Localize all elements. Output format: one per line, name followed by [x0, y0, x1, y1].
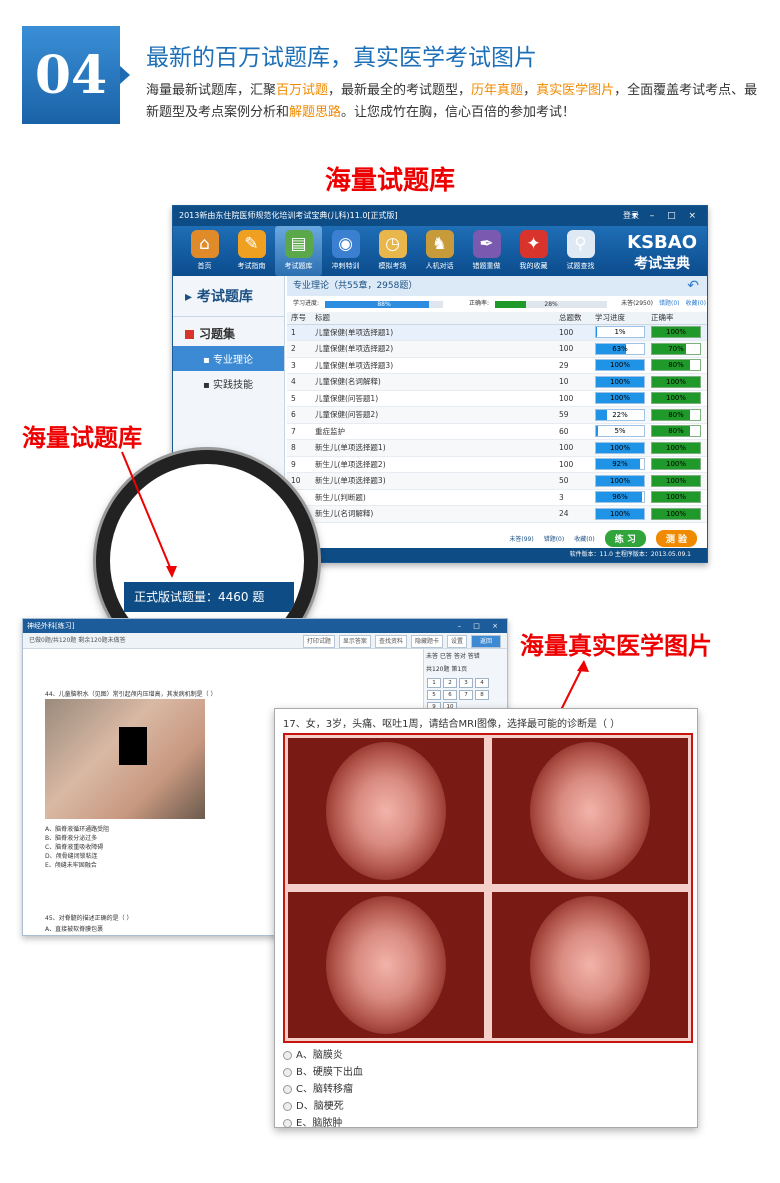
- question-45-text: 45、对脊髓的描述正确的是（ ）: [45, 915, 133, 922]
- practice-title: 神经外科[练习]: [27, 622, 75, 630]
- answer-card-cell[interactable]: 1: [427, 678, 441, 688]
- mri-question-window: 17、女，3岁，头痛、呕吐1周，请结合MRI图像，选择最可能的诊断是（ ） A、…: [274, 708, 698, 1129]
- answer-card-cell[interactable]: 8: [475, 690, 489, 700]
- option-radio[interactable]: A、脑膜炎: [283, 1047, 363, 1064]
- arrowhead-icon: [577, 660, 589, 672]
- radio-icon[interactable]: [283, 1118, 292, 1128]
- window-controls[interactable]: – □ ×: [458, 619, 503, 633]
- brain-scan: [530, 742, 650, 880]
- practice-toolbar-button[interactable]: 设置: [446, 635, 467, 648]
- radio-icon[interactable]: [283, 1084, 292, 1094]
- answer-card-cell[interactable]: 5: [427, 690, 441, 700]
- option-label: A、脑膜炎: [296, 1050, 343, 1061]
- radio-icon[interactable]: [283, 1050, 292, 1060]
- option-radio[interactable]: E、颅缝未牢固融合: [45, 861, 109, 870]
- answer-legend: 未答 已答 答对 答错: [426, 653, 480, 660]
- answer-card-cell[interactable]: 6: [443, 690, 457, 700]
- option-label: E、脑脓肿: [296, 1118, 343, 1129]
- question-17: 17、女，3岁，头痛、呕吐1周，请结合MRI图像，选择最可能的诊断是（ ）: [283, 719, 621, 730]
- question-44-options: A、脑脊液循环通路受阻 B、脑脊液分泌过多 C、脑脊液重吸收障碍 D、颅骨缝闭锁粘连 E…: [45, 825, 109, 870]
- practice-toolbar: 已做0题/共120题 剩余120题未做答 打印试题 显示答案 查找资料 隐藏题卡 设置返…: [23, 633, 507, 649]
- practice-info: 已做0题/共120题 剩余120题未做答: [29, 637, 126, 644]
- question-45-option[interactable]: A、直接被软脊膜包裹: [45, 924, 133, 935]
- callout-label-right: 海量真实医学图片: [520, 632, 712, 660]
- mri-slice: [288, 738, 484, 884]
- practice-titlebar: 神经外科[练习] – □ ×: [23, 619, 507, 633]
- option-label: D、脑梗死: [296, 1101, 344, 1112]
- option-radio[interactable]: C、脑脊液重吸收障碍: [45, 843, 109, 852]
- option-radio[interactable]: B、脑脊液分泌过多: [45, 834, 109, 843]
- callout-arrow-left: [121, 451, 173, 573]
- option-radio[interactable]: E、脑脓肿: [283, 1115, 363, 1132]
- radio-icon[interactable]: [283, 1101, 292, 1111]
- answer-card-cell[interactable]: 2: [443, 678, 457, 688]
- mri-slice: [492, 738, 688, 884]
- answer-card-cell[interactable]: 7: [459, 690, 473, 700]
- question-45: 45、对脊髓的描述正确的是（ ） A、直接被软脊膜包裹: [45, 913, 133, 935]
- option-label: B、硬膜下出血: [296, 1067, 363, 1078]
- practice-toolbar-button[interactable]: 打印试题: [302, 635, 335, 648]
- option-radio[interactable]: C、脑转移瘤: [283, 1081, 363, 1098]
- option-label: C、脑转移瘤: [296, 1084, 353, 1095]
- privacy-mask: [119, 727, 147, 765]
- answer-page: 共120题 第1页: [426, 666, 468, 673]
- option-radio[interactable]: B、硬膜下出血: [283, 1064, 363, 1081]
- mri-slice: [288, 892, 484, 1038]
- option-radio[interactable]: A、脑脊液循环通路受阻: [45, 825, 109, 834]
- option-radio[interactable]: D、脑梗死: [283, 1098, 363, 1115]
- practice-toolbar-button[interactable]: 隐藏题卡: [410, 635, 443, 648]
- practice-toolbar-button[interactable]: 查找资料: [374, 635, 407, 648]
- brain-scan: [326, 896, 446, 1034]
- mri-image: [283, 733, 693, 1043]
- brain-scan: [530, 896, 650, 1034]
- option-radio[interactable]: D、颅骨缝闭锁粘连: [45, 852, 109, 861]
- patient-photo: [45, 699, 205, 819]
- question-44: 44、儿童脑积水（见图）常引起颅内压增高，其发病机制是（ ）: [45, 691, 217, 698]
- arrowhead-icon: [166, 566, 177, 578]
- brain-scan: [326, 742, 446, 880]
- mri-slice: [492, 892, 688, 1038]
- practice-toolbar-button[interactable]: 显示答案: [338, 635, 371, 648]
- callout-label-left: 海量试题库: [22, 424, 142, 452]
- answer-card-cell[interactable]: 4: [475, 678, 489, 688]
- answer-card-cell[interactable]: 3: [459, 678, 473, 688]
- practice-toolbar-button[interactable]: 返回: [470, 635, 501, 648]
- question-17-options: A、脑膜炎 B、硬膜下出血 C、脑转移瘤 D、脑梗死 E、脑脓肿: [283, 1047, 363, 1132]
- radio-icon[interactable]: [283, 1067, 292, 1077]
